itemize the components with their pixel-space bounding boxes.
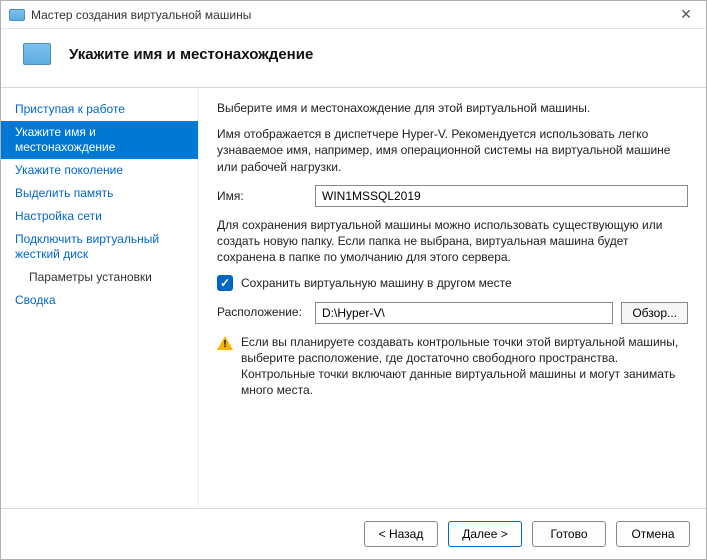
sidebar-step-name-location[interactable]: Укажите имя и местонахождение: [1, 121, 198, 159]
store-elsewhere-row: ✓ Сохранить виртуальную машину в другом …: [217, 275, 688, 291]
monitor-icon: [23, 43, 51, 65]
next-button[interactable]: Далее >: [448, 521, 522, 547]
name-row: Имя:: [217, 185, 688, 207]
folder-help-text: Для сохранения виртуальной машины можно …: [217, 217, 688, 266]
warning-icon: [217, 336, 233, 350]
page-title: Укажите имя и местонахождение: [69, 46, 313, 63]
store-elsewhere-checkbox[interactable]: ✓: [217, 275, 233, 291]
location-row: Расположение: Обзор...: [217, 302, 688, 324]
sidebar-step-summary[interactable]: Сводка: [1, 289, 198, 312]
back-button[interactable]: < Назад: [364, 521, 438, 547]
footer: < Назад Далее > Готово Отмена: [1, 508, 706, 559]
cancel-button[interactable]: Отмена: [616, 521, 690, 547]
sidebar-step-disk[interactable]: Подключить виртуальный жесткий диск: [1, 228, 198, 266]
name-help-text: Имя отображается в диспетчере Hyper-V. Р…: [217, 126, 688, 175]
finish-button[interactable]: Готово: [532, 521, 606, 547]
app-icon: [9, 9, 25, 21]
store-elsewhere-label: Сохранить виртуальную машину в другом ме…: [241, 275, 512, 291]
window-title: Мастер создания виртуальной машины: [31, 8, 251, 22]
warning-row: Если вы планируете создавать контрольные…: [217, 334, 688, 399]
sidebar: Приступая к работе Укажите имя и местона…: [1, 88, 199, 508]
intro-text: Выберите имя и местонахождение для этой …: [217, 100, 688, 116]
location-input[interactable]: [315, 302, 613, 324]
sidebar-step-network[interactable]: Настройка сети: [1, 205, 198, 228]
titlebar: Мастер создания виртуальной машины ✕: [1, 1, 706, 29]
warning-text: Если вы планируете создавать контрольные…: [241, 334, 688, 399]
wizard-body: Приступая к работе Укажите имя и местона…: [1, 88, 706, 508]
name-input[interactable]: [315, 185, 688, 207]
content-area: Выберите имя и местонахождение для этой …: [199, 88, 706, 508]
wizard-header: Укажите имя и местонахождение: [1, 29, 706, 88]
browse-button[interactable]: Обзор...: [621, 302, 688, 324]
close-icon[interactable]: ✕: [674, 3, 698, 27]
name-label: Имя:: [217, 188, 307, 204]
sidebar-step-generation[interactable]: Укажите поколение: [1, 159, 198, 182]
sidebar-step-start[interactable]: Приступая к работе: [1, 98, 198, 121]
sidebar-step-install-options[interactable]: Параметры установки: [1, 266, 198, 289]
wizard-window: Мастер создания виртуальной машины ✕ Ука…: [0, 0, 707, 560]
sidebar-step-memory[interactable]: Выделить память: [1, 182, 198, 205]
location-label: Расположение:: [217, 304, 307, 320]
